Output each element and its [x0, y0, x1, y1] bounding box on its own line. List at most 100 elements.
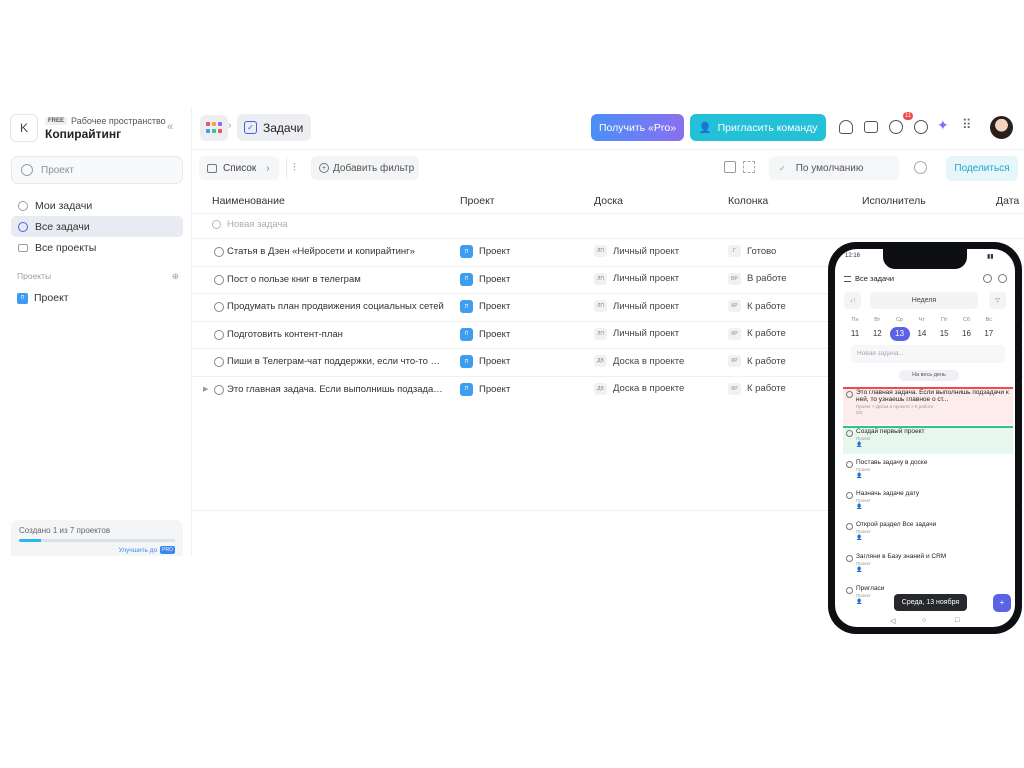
task-checkbox[interactable]: [846, 391, 853, 398]
help-icon[interactable]: [889, 120, 903, 134]
apps-grid-icon[interactable]: [200, 115, 228, 141]
sidebar-item-all-projects[interactable]: Все проекты: [11, 237, 183, 258]
task-name[interactable]: Статья в Дзен «Нейросети и копирайтинг»: [227, 246, 445, 257]
task-name[interactable]: Пост о пользе книг в телеграм: [227, 274, 445, 285]
task-column[interactable]: ВР В работе: [728, 272, 787, 285]
task-project[interactable]: П Проект: [460, 245, 510, 258]
apps-dots-icon[interactable]: ⠿: [962, 117, 972, 133]
calendar-day[interactable]: Пн 11: [845, 317, 865, 341]
task-checkbox[interactable]: [846, 430, 853, 437]
task-board[interactable]: ДВ Доска в проекте: [594, 382, 684, 395]
task-checkbox[interactable]: [846, 492, 853, 499]
task-project[interactable]: П Проект: [460, 272, 510, 286]
expand-icon[interactable]: [743, 161, 755, 173]
task-checkbox[interactable]: [846, 523, 853, 530]
calendar-day[interactable]: Сб 16: [957, 317, 977, 341]
task-name[interactable]: Продумать план продвижения социальных се…: [227, 301, 445, 312]
task-column[interactable]: Г Готово: [728, 245, 776, 257]
ai-sparkle-icon[interactable]: ✦: [937, 117, 949, 134]
task-board[interactable]: ЛП Личный проект: [594, 272, 679, 285]
add-project-icon[interactable]: ⊕: [172, 271, 179, 282]
user-avatar[interactable]: [990, 116, 1013, 139]
phone-task-item[interactable]: Загляни в Базу знаний и CRM Проект 👤: [843, 553, 1013, 573]
calendar-day[interactable]: Ср 13: [889, 317, 910, 341]
task-checkbox[interactable]: [214, 384, 224, 395]
filter-sliders-icon[interactable]: ⫶: [293, 162, 296, 175]
task-column[interactable]: КР К работе: [728, 300, 786, 312]
sidebar-project-item[interactable]: П Проект: [17, 292, 69, 304]
search-icon[interactable]: [983, 274, 992, 283]
task-board[interactable]: ЛП Личный проект: [594, 245, 679, 257]
phone-task-item[interactable]: Создай первый проект Проект 👤: [843, 426, 1013, 454]
calendar-day[interactable]: Пт 15: [934, 317, 954, 341]
search-icon[interactable]: [914, 120, 928, 134]
task-column[interactable]: КР К работе: [728, 382, 786, 395]
gear-icon[interactable]: [998, 274, 1007, 283]
filter-icon[interactable]: ▽: [989, 292, 1006, 309]
calendar-day[interactable]: Вс 17: [979, 317, 999, 341]
task-project[interactable]: П Проект: [460, 327, 510, 341]
sidebar-search-input[interactable]: Проект: [11, 156, 183, 184]
column-header[interactable]: Исполнитель: [862, 195, 926, 207]
add-task-fab[interactable]: +: [993, 594, 1011, 612]
task-checkbox[interactable]: [846, 587, 853, 594]
column-header[interactable]: Проект: [460, 195, 495, 207]
list-icon: [207, 163, 217, 173]
task-board[interactable]: ЛП Личный проект: [594, 300, 679, 312]
sort-select[interactable]: ✓ По умолчанию: [769, 156, 899, 180]
task-board[interactable]: ЛП Личный проект: [594, 327, 679, 340]
task-project[interactable]: П Проект: [460, 355, 510, 368]
expand-caret-icon[interactable]: ▶: [203, 385, 208, 393]
breadcrumb[interactable]: ✓ Задачи: [237, 114, 312, 141]
task-checkbox[interactable]: [214, 329, 224, 340]
phone-task-item[interactable]: Поставь задачу в доске Проект 👤: [843, 459, 1013, 479]
bell-icon[interactable]: [839, 120, 853, 134]
home-icon[interactable]: ○: [922, 617, 926, 624]
back-icon[interactable]: ◁: [890, 617, 895, 625]
task-checkbox[interactable]: [214, 357, 224, 367]
task-project[interactable]: П Проект: [460, 300, 510, 313]
add-filter-button[interactable]: + Добавить фильтр: [311, 156, 419, 180]
column-header[interactable]: Колонка: [728, 195, 768, 207]
column-header[interactable]: Доска: [594, 195, 623, 207]
task-checkbox[interactable]: [214, 302, 224, 312]
week-select[interactable]: Неделя: [870, 292, 978, 309]
sidebar-item-my-tasks[interactable]: Мои задачи: [11, 195, 183, 216]
task-name[interactable]: Подготовить контент-план: [227, 329, 445, 340]
task-checkbox[interactable]: [214, 274, 224, 285]
share-button[interactable]: Поделиться: [946, 156, 1018, 181]
task-column[interactable]: КР К работе: [728, 355, 786, 367]
task-board[interactable]: ДВ Доска в проекте: [594, 355, 684, 367]
column-tag: КР: [728, 327, 741, 340]
all-day-toggle[interactable]: На весь день: [899, 370, 959, 381]
sort-icon[interactable]: ↓↑: [844, 292, 861, 309]
task-checkbox[interactable]: [846, 555, 853, 562]
get-pro-button[interactable]: Получить «Pro»: [591, 114, 684, 141]
view-switch-button[interactable]: Список ›: [199, 156, 279, 180]
calendar-day[interactable]: Вт 12: [867, 317, 887, 341]
task-checkbox[interactable]: [214, 247, 224, 257]
task-column[interactable]: КР К работе: [728, 327, 786, 340]
invite-team-button[interactable]: 👤 Пригласить команду: [690, 114, 826, 141]
sidebar-item-all-tasks[interactable]: Все задачи: [11, 216, 183, 237]
menu-icon[interactable]: [844, 276, 851, 282]
phone-new-task-input[interactable]: Новая задача...: [851, 345, 1005, 363]
task-name[interactable]: Пиши в Телеграм-чат поддержки, если что-…: [227, 356, 445, 367]
task-name[interactable]: Это главная задача. Если выполнишь подза…: [227, 384, 445, 395]
recents-icon[interactable]: □: [955, 617, 959, 624]
gear-icon[interactable]: [914, 161, 927, 174]
save-icon[interactable]: [724, 161, 736, 173]
phone-task-item[interactable]: Назначь задаче дату Проект 👤: [843, 490, 1013, 510]
phone-task-item[interactable]: Открой раздел Все задачи Проект 👤: [843, 521, 1013, 541]
folder-icon[interactable]: [864, 121, 878, 133]
calendar-day[interactable]: Чт 14: [912, 317, 932, 341]
new-task-input[interactable]: Новая задача: [212, 219, 288, 230]
task-project[interactable]: П Проект: [460, 382, 510, 396]
collapse-sidebar-icon[interactable]: «: [167, 121, 173, 133]
workspace-switcher[interactable]: K FREE Рабочее пространство Копирайтинг: [10, 114, 166, 142]
column-header[interactable]: Дата: [996, 195, 1019, 207]
phone-task-item[interactable]: Это главная задача. Если выполнишь подза…: [843, 387, 1013, 425]
column-header[interactable]: Наименование: [212, 195, 285, 207]
upgrade-link[interactable]: Улучшить до PRO: [119, 546, 175, 554]
task-checkbox[interactable]: [846, 461, 853, 468]
